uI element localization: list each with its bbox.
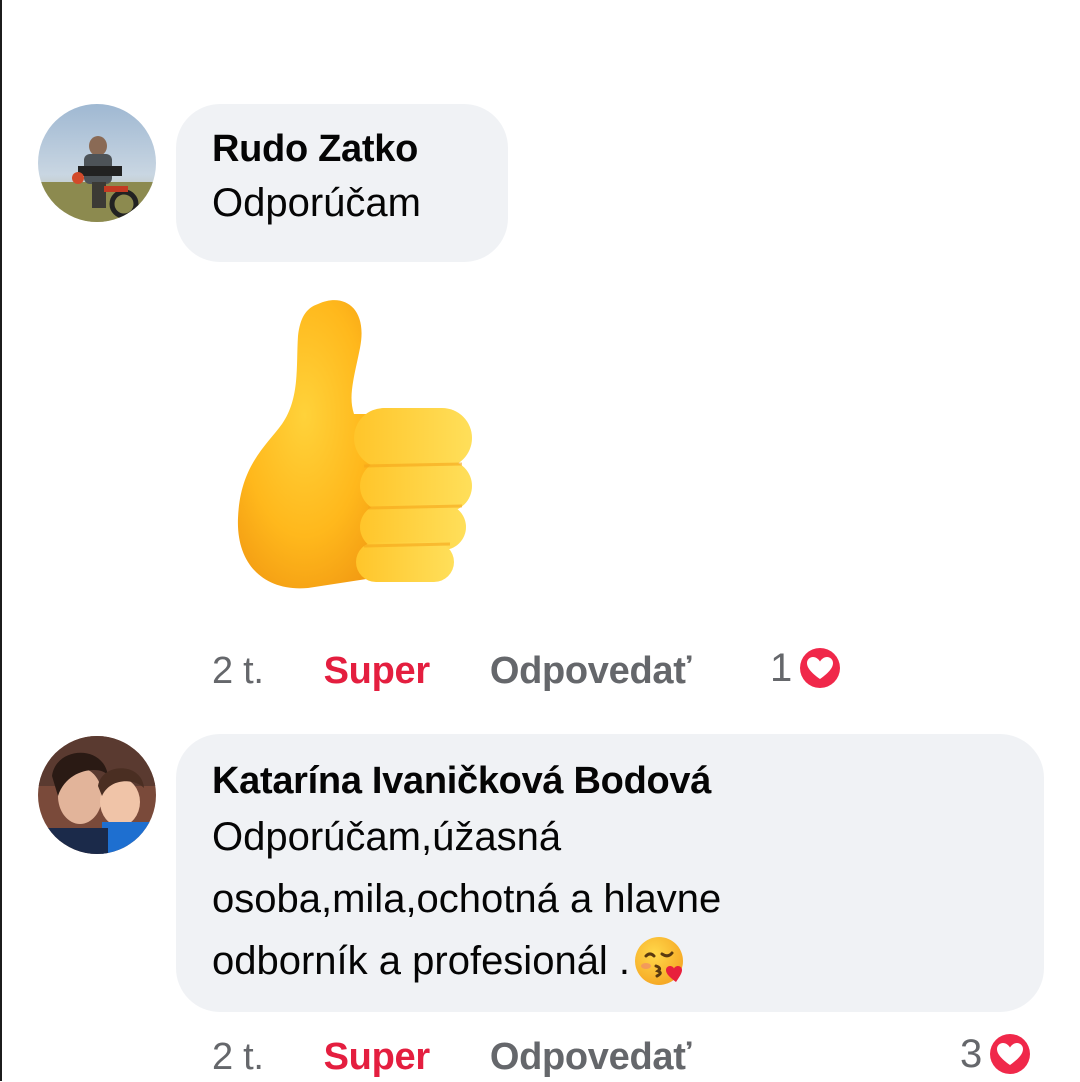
reaction-count: 1 (770, 645, 793, 690)
reaction-count: 3 (960, 1031, 983, 1076)
comment-author[interactable]: Rudo Zatko (212, 126, 472, 172)
avatar[interactable] (38, 736, 156, 854)
comment-text-line: odborník a profesionál . (212, 939, 631, 983)
comment-time[interactable]: 2 t. (212, 650, 264, 693)
reaction-button[interactable]: Super (324, 1036, 431, 1079)
comment-bubble: Rudo Zatko Odporúčam (176, 104, 508, 262)
comment-actions: 2 t. Super Odpovedať (212, 1032, 691, 1082)
comment-text-line: Odporúčam,úžasná (212, 815, 562, 859)
comment-text-line: osoba,mila,ochotná a hlavne (212, 877, 722, 921)
comment-bubble: Katarína Ivaničková Bodová Odporúčam,úža… (176, 734, 1044, 1012)
comment-author[interactable]: Katarína Ivaničková Bodová (212, 758, 1008, 804)
thumbs-up-icon (236, 296, 476, 596)
comment-time[interactable]: 2 t. (212, 1036, 264, 1079)
screen-edge (0, 0, 2, 1081)
kissing-heart-emoji-icon (635, 937, 684, 985)
reaction-summary[interactable]: 3 (960, 1030, 1034, 1078)
heart-icon (987, 1031, 1034, 1077)
heart-icon (797, 645, 844, 691)
reaction-summary[interactable]: 1 (770, 644, 844, 692)
comment-actions: 2 t. Super Odpovedať (212, 646, 691, 696)
reply-button[interactable]: Odpovedať (490, 650, 692, 693)
comment-text: Odporúčam (212, 181, 421, 225)
comment-text-last-line: odborník a profesionál . (212, 930, 1008, 992)
reaction-button[interactable]: Super (324, 650, 431, 693)
reply-button[interactable]: Odpovedať (490, 1036, 692, 1079)
avatar[interactable] (38, 104, 156, 222)
